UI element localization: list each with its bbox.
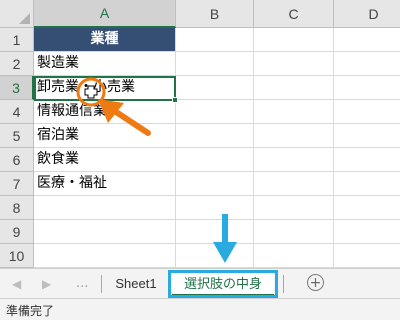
cell-b1[interactable]: [176, 28, 254, 52]
tab-sheet1[interactable]: Sheet1: [104, 271, 168, 296]
column-header-b[interactable]: B: [176, 0, 254, 28]
cell-c2[interactable]: [254, 52, 334, 76]
cell-a1[interactable]: 業種: [34, 28, 176, 52]
cell-b2[interactable]: [176, 52, 254, 76]
row-header-4[interactable]: 4: [0, 100, 34, 124]
cell-c3[interactable]: [254, 76, 334, 100]
row-header-7[interactable]: 7: [0, 172, 34, 196]
row-header-9[interactable]: 9: [0, 220, 34, 244]
cell-c1[interactable]: [254, 28, 334, 52]
column-header-a[interactable]: A: [34, 0, 176, 28]
cell-a3[interactable]: 卸売業・小売業: [34, 76, 176, 100]
cell-a4[interactable]: 情報通信業: [34, 100, 176, 124]
cell-d6[interactable]: [334, 148, 400, 172]
cell-c9[interactable]: [254, 220, 334, 244]
cell-d2[interactable]: [334, 52, 400, 76]
cell-c8[interactable]: [254, 196, 334, 220]
cell-b4[interactable]: [176, 100, 254, 124]
column-header-c[interactable]: C: [254, 0, 334, 28]
cell-d10[interactable]: [334, 244, 400, 268]
cell-d1[interactable]: [334, 28, 400, 52]
cell-a5[interactable]: 宿泊業: [34, 124, 176, 148]
add-sheet-icon[interactable]: +: [307, 274, 324, 291]
cell-b6[interactable]: [176, 148, 254, 172]
row-header-5[interactable]: 5: [0, 124, 34, 148]
cell-a8[interactable]: [34, 196, 176, 220]
sheet-tab-bar: ◀ ▶ ... Sheet1 選択肢の中身: [0, 268, 400, 298]
tab-more-button[interactable]: ...: [76, 276, 88, 291]
row-header-2[interactable]: 2: [0, 52, 34, 76]
cell-d8[interactable]: [334, 196, 400, 220]
tab-scroll-left-icon[interactable]: ◀: [12, 277, 21, 291]
row-header-3[interactable]: 3: [0, 76, 34, 100]
cell-a10[interactable]: [34, 244, 176, 268]
cell-d3[interactable]: [334, 76, 400, 100]
row-header-1[interactable]: 1: [0, 28, 34, 52]
select-all-button[interactable]: [0, 0, 34, 28]
tab-scroll-right-icon[interactable]: ▶: [42, 277, 51, 291]
cell-b5[interactable]: [176, 124, 254, 148]
cell-a6[interactable]: 飲食業: [34, 148, 176, 172]
cell-c4[interactable]: [254, 100, 334, 124]
row-header-8[interactable]: 8: [0, 196, 34, 220]
cell-c7[interactable]: [254, 172, 334, 196]
row-header-6[interactable]: 6: [0, 148, 34, 172]
cell-b7[interactable]: [176, 172, 254, 196]
cell-b10[interactable]: [176, 244, 254, 268]
row-header-10[interactable]: 10: [0, 244, 34, 268]
cell-b9[interactable]: [176, 220, 254, 244]
cell-d5[interactable]: [334, 124, 400, 148]
cell-a9[interactable]: [34, 220, 176, 244]
cell-a2[interactable]: 製造業: [34, 52, 176, 76]
tab-sheet2-active[interactable]: 選択肢の中身: [172, 271, 274, 296]
cell-b3[interactable]: [176, 76, 254, 100]
status-bar: 準備完了: [0, 298, 400, 320]
cell-d9[interactable]: [334, 220, 400, 244]
select-all-triangle-icon: [19, 13, 30, 24]
tab-divider: [283, 275, 284, 293]
cell-c10[interactable]: [254, 244, 334, 268]
column-header-d[interactable]: D: [334, 0, 400, 28]
fill-handle[interactable]: [172, 97, 178, 103]
cell-d7[interactable]: [334, 172, 400, 196]
cell-c5[interactable]: [254, 124, 334, 148]
cell-c6[interactable]: [254, 148, 334, 172]
spreadsheet-grid[interactable]: A B C D 1 2 3 4 5 6 7 8 9 10 業種 製造業 卸売業・…: [0, 0, 400, 268]
status-text: 準備完了: [6, 304, 55, 318]
cell-d4[interactable]: [334, 100, 400, 124]
cell-a7[interactable]: 医療・福祉: [34, 172, 176, 196]
tab-divider: [101, 275, 102, 293]
cell-b8[interactable]: [176, 196, 254, 220]
